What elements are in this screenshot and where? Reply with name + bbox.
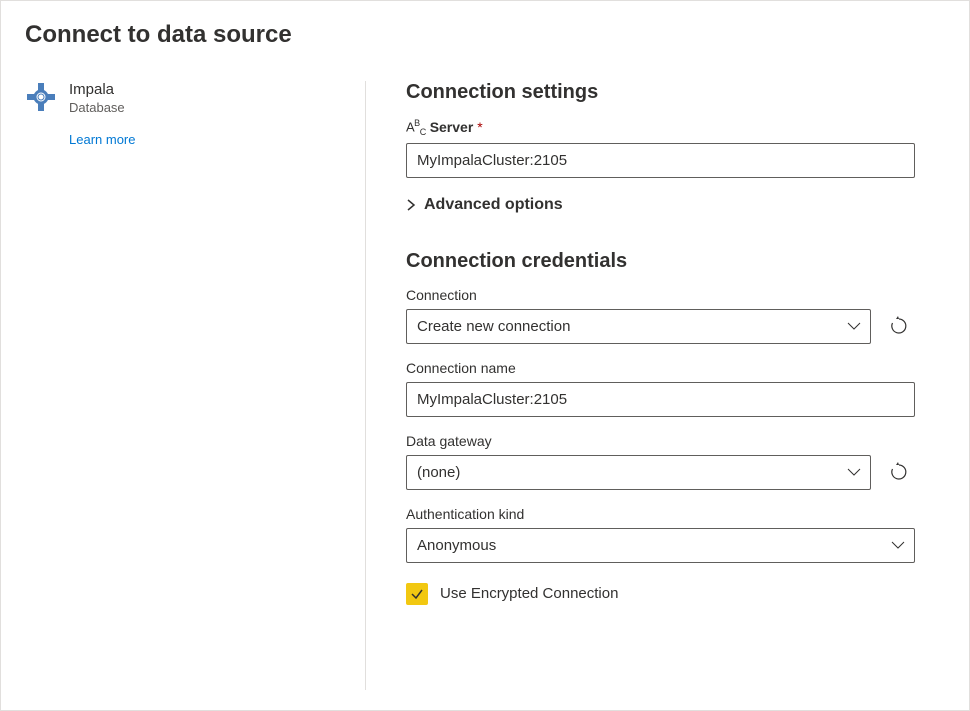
- gateway-field: Data gateway (none): [406, 433, 915, 490]
- learn-more-wrap: Learn more: [69, 131, 341, 147]
- connection-name-input[interactable]: [406, 382, 915, 417]
- checkmark-icon: [410, 587, 424, 601]
- refresh-gateway-button[interactable]: [883, 456, 915, 488]
- auth-field: Authentication kind Anonymous: [406, 506, 915, 563]
- connection-field-row: Create new connection: [406, 309, 915, 344]
- gateway-select[interactable]: (none): [406, 455, 871, 490]
- advanced-options-label: Advanced options: [424, 196, 563, 214]
- connection-select-wrap: Create new connection: [406, 309, 871, 344]
- main-panel: Connection settings ABC Server * Advance…: [365, 81, 945, 690]
- connection-name-label: Connection name: [406, 360, 915, 376]
- auth-select[interactable]: Anonymous: [406, 528, 915, 563]
- impala-icon: [25, 81, 57, 113]
- selected-source: Impala Database: [25, 81, 341, 115]
- advanced-options-toggle[interactable]: Advanced options: [406, 196, 915, 214]
- gateway-select-wrap: (none): [406, 455, 871, 490]
- encrypted-checkbox[interactable]: [406, 583, 428, 605]
- server-label: Server: [430, 119, 474, 135]
- source-type: Database: [69, 100, 341, 115]
- connection-settings-heading: Connection settings: [406, 81, 915, 104]
- text-type-icon: ABC: [406, 118, 426, 137]
- encrypted-checkbox-row: Use Encrypted Connection: [406, 583, 915, 605]
- source-name: Impala: [69, 81, 341, 98]
- connection-label: Connection: [406, 287, 915, 303]
- server-field: ABC Server *: [406, 118, 915, 178]
- connection-select[interactable]: Create new connection: [406, 309, 871, 344]
- connection-name-field: Connection name: [406, 360, 915, 417]
- gateway-field-row: (none): [406, 455, 915, 490]
- gateway-label: Data gateway: [406, 433, 915, 449]
- server-input[interactable]: [406, 143, 915, 178]
- content-area: Impala Database Learn more Connection se…: [25, 81, 945, 690]
- encrypted-label: Use Encrypted Connection: [440, 585, 618, 602]
- auth-select-wrap: Anonymous: [406, 528, 915, 563]
- refresh-connection-button[interactable]: [883, 310, 915, 342]
- auth-label: Authentication kind: [406, 506, 915, 522]
- sidebar: Impala Database Learn more: [25, 81, 365, 690]
- learn-more-link[interactable]: Learn more: [69, 132, 135, 147]
- required-mark: *: [477, 119, 482, 135]
- connection-credentials-heading: Connection credentials: [406, 250, 915, 273]
- chevron-right-icon: [406, 199, 416, 211]
- refresh-icon: [889, 316, 909, 336]
- connection-field: Connection Create new connection: [406, 287, 915, 344]
- server-label-row: ABC Server *: [406, 118, 915, 137]
- page-title: Connect to data source: [25, 21, 945, 49]
- dialog-root: Connect to data source Impala Database: [0, 0, 970, 711]
- source-text: Impala Database: [69, 81, 341, 115]
- refresh-icon: [889, 462, 909, 482]
